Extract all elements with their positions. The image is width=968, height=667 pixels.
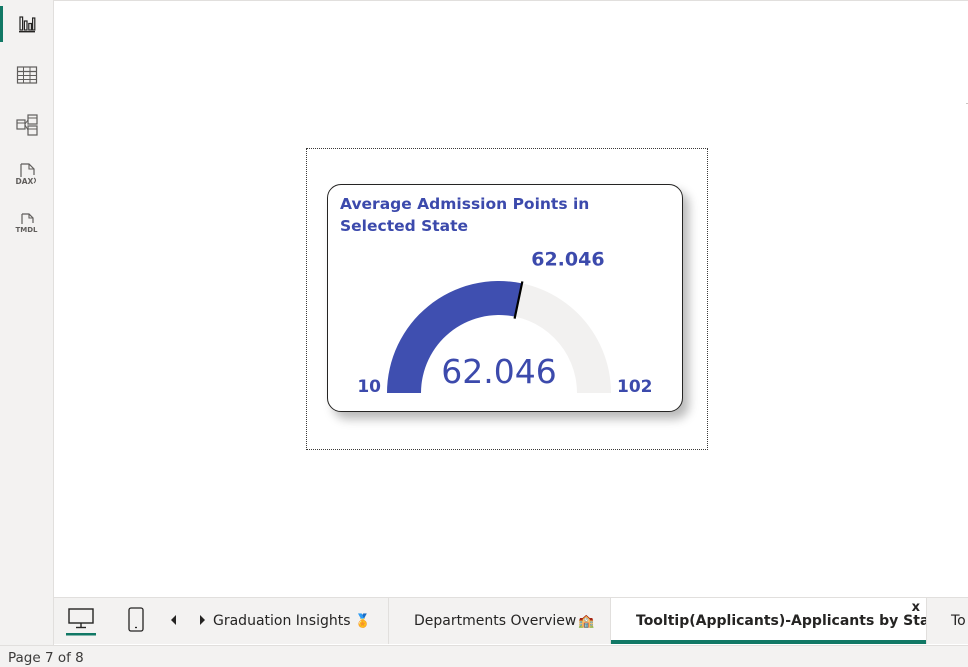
tab-label: Departments Overview (414, 613, 577, 629)
report-view-button[interactable] (0, 2, 53, 46)
tmdl-view-icon: TMDL (15, 213, 38, 234)
gauge-max-label: 102 (617, 377, 653, 397)
mobile-layout-button[interactable] (114, 598, 158, 642)
tab-label: Graduation Insights (213, 613, 351, 629)
dax-query-view-button[interactable]: DAX (0, 153, 53, 197)
desktop-layout-button[interactable] (54, 598, 108, 642)
model-view-icon (15, 114, 38, 136)
report-view-icon (18, 16, 35, 33)
scroll-tabs-right-button[interactable] (192, 598, 212, 642)
medal-icon: 🏅 (354, 613, 371, 629)
desktop-icon (66, 608, 96, 636)
gauge-target-label: 62.046 (531, 249, 604, 271)
tab-tooltip-applicants-by-state[interactable]: Tooltip(Applicants)-Applicants by State … (611, 598, 927, 644)
dax-query-view-icon: DAX (15, 163, 36, 186)
gauge-min-label: 10 (357, 377, 381, 397)
gauge-card[interactable]: Average Admission Points in Selected Sta… (327, 184, 683, 412)
status-bar: Page 7 of 8 (0, 645, 968, 667)
scroll-tabs-left-button[interactable] (164, 598, 184, 642)
mobile-icon (128, 607, 144, 632)
tab-departments-overview[interactable]: Departments Overview 🏫 (389, 598, 611, 644)
tab-label: To (951, 613, 966, 629)
gauge-chart: 62.046 62.046 10 102 (357, 249, 653, 397)
model-view-button[interactable] (0, 103, 53, 147)
table-view-button[interactable] (0, 53, 53, 97)
caret-left-icon (171, 615, 176, 625)
svg-text:TMDL: TMDL (15, 226, 38, 234)
close-tab-button[interactable]: x (912, 600, 920, 615)
tab-next-page[interactable]: To (927, 598, 968, 644)
table-view-icon (16, 66, 37, 84)
view-switcher-rail: DAX TMDL (0, 0, 54, 645)
tab-graduation-insights[interactable]: Graduation Insights 🏅 (213, 598, 389, 644)
tmdl-view-button[interactable]: TMDL (0, 203, 53, 247)
canvas-top-border (54, 0, 968, 1)
caret-right-icon (200, 615, 205, 625)
tab-label: Tooltip(Applicants)-Applicants by State (636, 613, 927, 629)
page-tab-bar: Graduation Insights 🏅 Departments Overvi… (54, 597, 968, 644)
page-indicator: Page 7 of 8 (8, 650, 84, 666)
gauge-value-label: 62.046 (441, 352, 556, 391)
school-icon: 🏫 (578, 613, 595, 629)
svg-text:DAX: DAX (15, 177, 33, 186)
active-tab-indicator (611, 640, 926, 644)
